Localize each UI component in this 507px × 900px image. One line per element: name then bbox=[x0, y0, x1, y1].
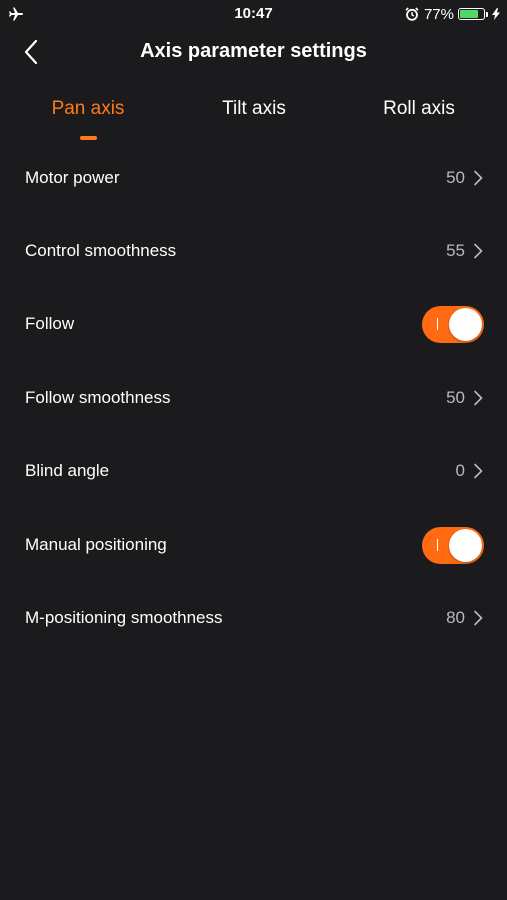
chevron-right-icon bbox=[474, 463, 483, 479]
setting-label: Manual positioning bbox=[25, 534, 167, 554]
setting-value: 50 bbox=[446, 387, 465, 407]
toggle-on-mark bbox=[437, 318, 438, 331]
page-title: Axis parameter settings bbox=[140, 40, 367, 62]
chevron-right-icon bbox=[474, 610, 483, 626]
active-tab-indicator bbox=[80, 136, 97, 140]
setting-value: 80 bbox=[446, 608, 465, 628]
setting-row-motor-power[interactable]: Motor power 50 bbox=[0, 141, 507, 214]
battery-percent: 77% bbox=[423, 5, 454, 23]
charging-bolt-icon bbox=[492, 8, 500, 20]
setting-row-control-smoothness[interactable]: Control smoothness 55 bbox=[0, 214, 507, 287]
setting-label: Blind angle bbox=[25, 461, 110, 481]
tab-tilt-axis[interactable]: Tilt axis bbox=[192, 98, 316, 120]
status-right-group: 77% bbox=[405, 5, 500, 23]
setting-row-follow: Follow bbox=[0, 288, 507, 361]
setting-row-m-positioning-smoothness[interactable]: M-positioning smoothness 80 bbox=[0, 581, 507, 654]
alarm-icon bbox=[405, 7, 419, 21]
chevron-right-icon bbox=[474, 390, 483, 406]
setting-row-blind-angle[interactable]: Blind angle 0 bbox=[0, 435, 507, 508]
follow-toggle[interactable] bbox=[422, 306, 484, 344]
tab-roll-axis[interactable]: Roll axis bbox=[357, 98, 481, 120]
setting-label: Follow smoothness bbox=[25, 387, 171, 407]
setting-label: M-positioning smoothness bbox=[25, 608, 223, 628]
battery-icon bbox=[458, 8, 485, 20]
setting-row-manual-positioning: Manual positioning bbox=[0, 508, 507, 581]
battery-nub bbox=[486, 11, 488, 17]
setting-label: Control smoothness bbox=[25, 241, 177, 261]
setting-value: 55 bbox=[446, 241, 465, 261]
setting-value: 0 bbox=[455, 461, 465, 481]
setting-value: 50 bbox=[446, 167, 465, 187]
setting-label: Motor power bbox=[25, 167, 120, 187]
manual-positioning-toggle[interactable] bbox=[422, 526, 484, 564]
navigation-bar: Axis parameter settings bbox=[0, 28, 507, 76]
status-bar: 10:47 77% bbox=[0, 0, 507, 28]
setting-label: Follow bbox=[25, 314, 75, 334]
chevron-right-icon bbox=[474, 243, 483, 259]
chevron-right-icon bbox=[474, 170, 483, 185]
axis-tabs: Pan axis Tilt axis Roll axis bbox=[0, 88, 507, 144]
setting-row-follow-smoothness[interactable]: Follow smoothness 50 bbox=[0, 361, 507, 434]
tab-pan-axis[interactable]: Pan axis bbox=[26, 98, 150, 120]
battery-fill bbox=[460, 10, 478, 18]
toggle-knob bbox=[449, 528, 482, 562]
toggle-on-mark bbox=[437, 538, 438, 551]
settings-list: Motor power 50 Control smoothness 55 Fol… bbox=[0, 141, 507, 655]
toggle-knob bbox=[449, 308, 482, 342]
